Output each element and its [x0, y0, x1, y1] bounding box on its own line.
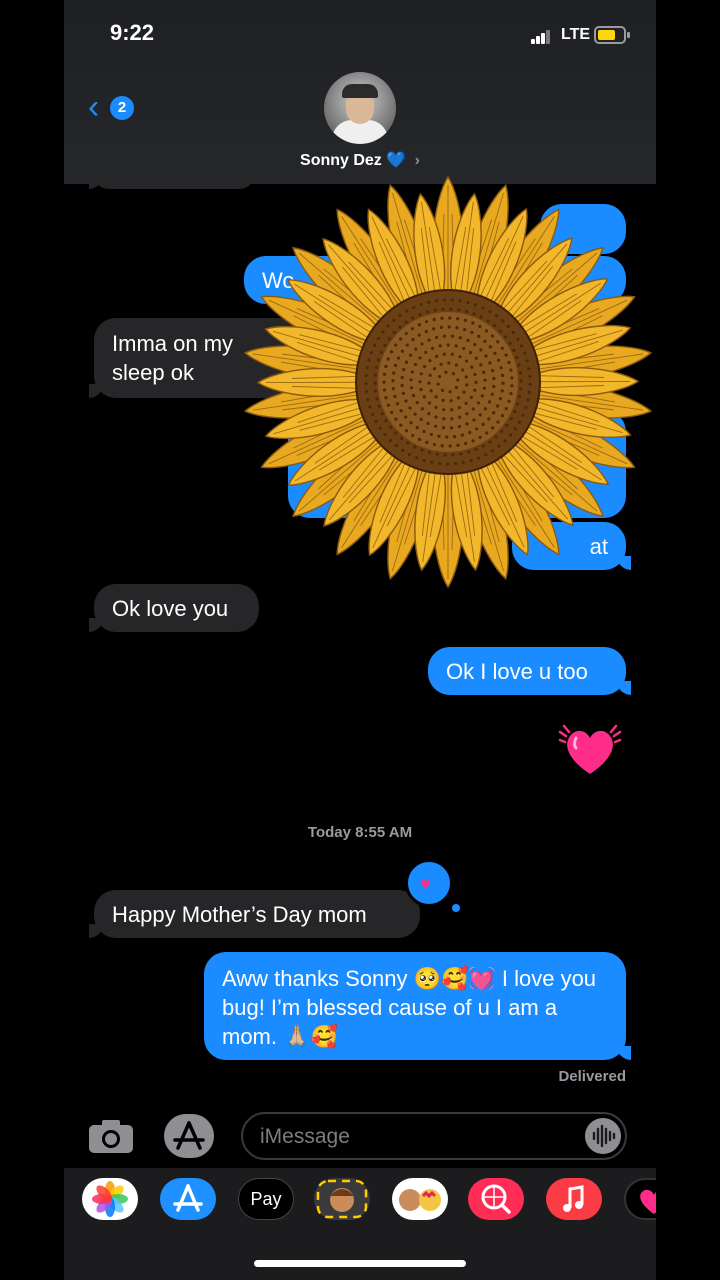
signal-icon [531, 30, 551, 44]
back-button[interactable]: ‹ 2 [86, 90, 146, 128]
music-app-icon[interactable] [546, 1178, 602, 1220]
blue-heart-emoji: 💙 [386, 152, 407, 169]
images-search-app-icon[interactable] [468, 1178, 524, 1220]
network-type: LTE [561, 26, 591, 43]
applepay-app-icon[interactable]: Pay [238, 1178, 294, 1220]
message-bubble-incoming[interactable]: Happy Mother’s Day mom [89, 890, 420, 938]
delivery-status: Delivered [558, 1068, 626, 1085]
message-text: Ok I love u too [446, 659, 588, 684]
messages-screen: 9:22 LTE ‹ 2 Sonny Dez 💙 › Wo Imma on my… [64, 0, 656, 1280]
applepay-label: Pay [250, 1189, 282, 1209]
status-time: 9:22 [110, 20, 155, 45]
message-bubble-outgoing[interactable]: Ok I love u too [428, 647, 631, 695]
sunflower-sticker[interactable] [236, 170, 656, 594]
audio-waveform-icon[interactable] [585, 1118, 621, 1154]
chevron-left-icon: ‹ [88, 88, 100, 126]
message-bubble-incoming-clipped[interactable] [89, 175, 254, 189]
beating-heart-emoji[interactable] [558, 718, 622, 782]
contact-name: Sonny Dez [300, 152, 382, 169]
heart-tapback[interactable]: ♥ [405, 859, 460, 912]
contact-avatar[interactable] [324, 72, 396, 144]
home-indicator [254, 1260, 466, 1267]
message-text: Aww thanks Sonny 🥺🥰💓 I love you bug! I’m… [222, 966, 597, 1049]
camera-icon[interactable] [88, 1118, 134, 1154]
photos-app-icon[interactable] [82, 1178, 138, 1220]
animoji-stickers-app-icon[interactable] [392, 1178, 448, 1220]
chevron-right-icon: › [414, 152, 420, 169]
heart-icon: ♥ [420, 874, 431, 894]
compose-bar: iMessage [64, 1110, 656, 1162]
message-text: Happy Mother’s Day mom [112, 902, 367, 927]
conversation-header: 9:22 LTE ‹ 2 Sonny Dez 💙 › [64, 0, 656, 184]
message-bubble-outgoing[interactable]: Aww thanks Sonny 🥺🥰💓 I love you bug! I’m… [204, 952, 631, 1060]
memoji-app-icon[interactable] [314, 1178, 370, 1220]
digital-touch-app-icon[interactable] [624, 1178, 656, 1220]
battery-icon [594, 26, 630, 44]
appstore-app-icon[interactable] [160, 1178, 216, 1220]
message-bubble-incoming[interactable]: Ok love you [89, 584, 259, 632]
input-placeholder: iMessage [260, 1125, 350, 1148]
message-text: Ok love you [112, 596, 229, 621]
unread-badge: 2 [110, 96, 134, 120]
contact-name-button[interactable]: Sonny Dez 💙 › [64, 150, 656, 170]
app-store-icon[interactable] [164, 1114, 214, 1158]
message-timestamp: Today 8:55 AM [307, 824, 413, 841]
imessage-input[interactable]: iMessage [241, 1112, 627, 1160]
